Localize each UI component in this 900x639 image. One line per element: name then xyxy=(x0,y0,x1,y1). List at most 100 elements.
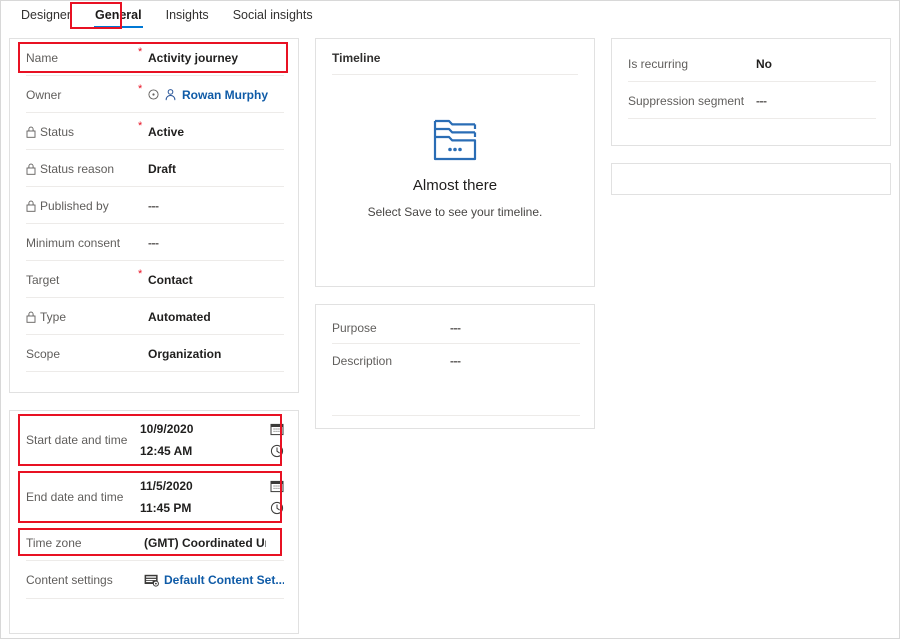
field-is-recurring-label-text: Is recurring xyxy=(628,56,689,71)
field-purpose-label-text: Purpose xyxy=(332,320,377,335)
end-date-value: 11/5/2020 xyxy=(140,478,193,493)
start-time-row[interactable]: 12:45 AM xyxy=(138,444,284,458)
timeline-empty-subtitle: Select Save to see your timeline. xyxy=(367,205,543,219)
field-owner-label-text: Owner xyxy=(26,87,62,102)
tab-general[interactable]: General xyxy=(83,1,154,30)
journey-general-page: Designer General Insights Social insight… xyxy=(0,0,900,639)
field-suppression-segment-label: Suppression segment xyxy=(628,94,756,108)
tab-general-label: General xyxy=(95,8,142,22)
field-minimum-consent[interactable]: Minimum consent --- xyxy=(10,224,298,261)
journey-summary-card: Name * Activity journey Owner * Rowan Mu… xyxy=(9,38,299,393)
field-published-by-value: --- xyxy=(148,198,159,213)
field-target-label: Target xyxy=(26,273,138,287)
field-owner-value[interactable]: Rowan Murphy xyxy=(148,88,268,102)
recurrence-card: Is recurring No Suppression segment --- xyxy=(611,38,891,146)
start-time-value: 12:45 AM xyxy=(140,443,193,458)
field-target-value[interactable]: Contact xyxy=(148,273,193,287)
field-purpose-value[interactable]: --- xyxy=(450,321,461,335)
field-description-label-text: Description xyxy=(332,353,393,368)
calendar-icon[interactable] xyxy=(270,479,284,493)
field-scope-value[interactable]: Organization xyxy=(148,347,221,361)
field-content-settings-value[interactable]: Default Content Set... xyxy=(144,573,284,587)
tab-designer-label: Designer xyxy=(21,8,72,22)
field-is-recurring-label: Is recurring xyxy=(628,57,756,71)
field-scope[interactable]: Scope Organization xyxy=(10,335,298,372)
field-owner-value-text: Rowan Murphy xyxy=(182,87,268,102)
files-stack-icon xyxy=(429,115,481,163)
end-time-value: 11:45 PM xyxy=(140,500,192,515)
timeline-card: Timeline Almost there Select Save to see… xyxy=(315,38,595,287)
clock-icon[interactable] xyxy=(270,444,284,458)
calendar-icon[interactable] xyxy=(270,422,284,436)
field-name[interactable]: Name * Activity journey xyxy=(10,39,298,76)
tab-bar: Designer General Insights Social insight… xyxy=(1,1,899,32)
start-date-row[interactable]: 10/9/2020 xyxy=(138,422,284,436)
end-date-row[interactable]: 11/5/2020 xyxy=(138,479,284,493)
field-status-reason-label: Status reason xyxy=(26,162,138,176)
clock-icon[interactable] xyxy=(270,501,284,515)
field-is-recurring-value: No xyxy=(756,56,772,71)
field-suppression-segment-value[interactable]: --- xyxy=(756,94,767,108)
lock-icon xyxy=(26,163,36,175)
field-scope-label: Scope xyxy=(26,347,138,361)
right-column: Is recurring No Suppression segment --- xyxy=(611,38,891,195)
field-name-required-asterisk: * xyxy=(138,46,143,58)
field-minimum-consent-label-text: Minimum consent xyxy=(26,235,121,250)
field-purpose-label: Purpose xyxy=(332,321,450,335)
timeline-header: Timeline xyxy=(316,39,594,83)
start-date-value: 10/9/2020 xyxy=(140,421,194,436)
field-start-date-time-label-text: Start date and time xyxy=(26,432,128,447)
lock-icon xyxy=(26,311,36,323)
field-type-label: Type xyxy=(26,310,138,324)
field-content-settings[interactable]: Content settings Default Content Set... xyxy=(10,561,298,599)
lookup-circle-icon xyxy=(148,89,159,100)
field-status-reason-label-text: Status reason xyxy=(40,161,115,176)
field-start-date-time[interactable]: Start date and time 10/9/2020 12:45 AM xyxy=(10,411,298,468)
field-time-zone-label-text: Time zone xyxy=(26,536,82,550)
field-end-date-time-label: End date and time xyxy=(26,490,138,504)
field-name-label-text: Name xyxy=(26,50,59,65)
field-published-by-label-text: Published by xyxy=(40,198,109,213)
journey-schedule-card: Start date and time 10/9/2020 12:45 AM E… xyxy=(9,410,299,634)
field-name-value[interactable]: Activity journey xyxy=(148,51,238,65)
field-content-settings-link-text: Default Content Set... xyxy=(164,573,284,587)
timeline-empty-state: Almost there Select Save to see your tim… xyxy=(316,83,594,219)
journey-details-card: Purpose --- Description --- xyxy=(315,304,595,429)
field-description[interactable]: Description --- xyxy=(316,344,594,377)
tab-insights[interactable]: Insights xyxy=(154,1,221,30)
field-time-zone-value[interactable]: (GMT) Coordinated Universal Time xyxy=(144,536,266,550)
field-published-by-label: Published by xyxy=(26,199,138,213)
end-time-row[interactable]: 11:45 PM xyxy=(138,501,284,515)
field-status-value: Active xyxy=(148,124,185,139)
field-type: Type Automated xyxy=(10,298,298,335)
field-type-label-text: Type xyxy=(40,309,67,324)
field-description-value[interactable]: --- xyxy=(450,354,461,368)
tab-social-insights-label: Social insights xyxy=(232,8,313,22)
field-owner[interactable]: Owner * Rowan Murphy xyxy=(10,76,298,113)
timeline-empty-title: Almost there xyxy=(412,177,498,194)
field-suppression-segment[interactable]: Suppression segment --- xyxy=(612,82,890,119)
field-name-label: Name xyxy=(26,51,138,65)
timeline-header-text: Timeline xyxy=(332,51,381,65)
field-minimum-consent-value[interactable]: --- xyxy=(148,236,159,250)
field-type-value: Automated xyxy=(148,309,211,324)
field-status-reason-value: Draft xyxy=(148,161,177,176)
tab-social-insights[interactable]: Social insights xyxy=(221,1,325,30)
row-divider xyxy=(26,598,284,599)
field-end-date-time[interactable]: End date and time 11/5/2020 11:45 PM xyxy=(10,468,298,525)
person-icon xyxy=(164,88,177,101)
lock-icon xyxy=(26,200,36,212)
tab-active-underline xyxy=(94,26,143,28)
field-minimum-consent-label: Minimum consent xyxy=(26,236,138,250)
timeline-header-divider xyxy=(332,74,578,75)
tab-designer[interactable]: Designer xyxy=(9,1,83,30)
field-time-zone[interactable]: Time zone (GMT) Coordinated Universal Ti… xyxy=(10,525,298,561)
content-settings-icon xyxy=(144,574,159,587)
field-target[interactable]: Target * Contact xyxy=(10,261,298,298)
field-status-reason: Status reason Draft xyxy=(10,150,298,187)
field-status: Status * Active xyxy=(10,113,298,150)
field-purpose[interactable]: Purpose --- xyxy=(316,311,594,344)
field-published-by: Published by --- xyxy=(10,187,298,224)
field-scope-label-text: Scope xyxy=(26,346,61,361)
field-suppression-segment-label-text: Suppression segment xyxy=(628,93,745,108)
